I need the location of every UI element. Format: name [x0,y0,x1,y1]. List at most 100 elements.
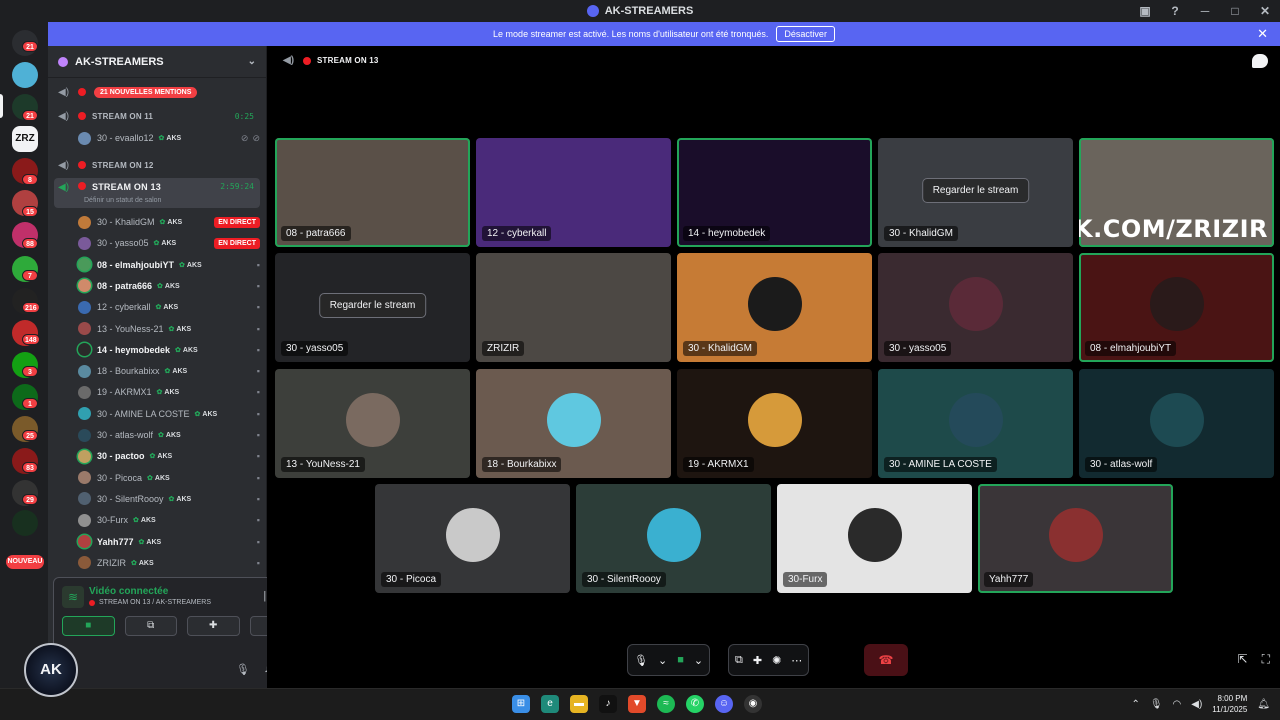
video-tile[interactable]: 18 - Bourkabixx [476,369,671,478]
voice-user[interactable]: 30 - Picoca AKS ▪ [78,468,260,488]
mic-options-chevron-icon[interactable]: ⌄ [658,654,667,667]
tile-username: 12 - cyberkall [482,226,552,241]
live-icon [78,88,86,96]
new-unreads-pill[interactable]: NOUVEAU [6,555,44,569]
chat-icon[interactable] [1252,54,1268,68]
close-icon[interactable]: ✕ [1250,4,1280,18]
camera-button[interactable]: ■ [62,616,115,636]
voice-user[interactable]: 30 - AMINE LA COSTE AKS ▪ [78,404,260,424]
windows-taskbar: ⊞ e ▬ ♪ ▼ ≈ ✆ ☺ ◉ ⌃ 🎙︎ ◠ ◀) 8:00 PM 11/1… [0,688,1280,720]
signal-icon[interactable]: ≋ [62,586,84,608]
more-options-icon[interactable]: ⋯ [791,654,802,667]
voice-user[interactable]: ZRIZIR AKS ▪ [78,553,260,572]
discord-icon[interactable]: ☺ [715,695,733,713]
camera-icon[interactable]: ■ [677,654,684,666]
microphone-icon[interactable]: 🎙︎ [236,663,250,676]
windows-start-icon[interactable]: ⊞ [512,695,530,713]
activities-button[interactable]: ✚ [187,616,240,636]
ak-streamers-logo[interactable]: AK [24,643,78,697]
video-tile[interactable]: 08 - elmahjoubiYT [1079,253,1274,362]
leave-call-button[interactable]: ☎ [864,644,908,676]
voice-user[interactable]: 30 - KhalidGM AKS EN DIRECT [78,212,260,232]
voice-user[interactable]: 30 - SilentRoooy AKS ▪ [78,489,260,509]
video-tile[interactable]: 14 - heymobedek [677,138,872,247]
voice-user[interactable]: 19 - AKRMX1 AKS ▪ [78,382,260,402]
server-icon[interactable] [12,62,38,88]
voice-channel-info[interactable]: STREAM ON 13 / AK-STREAMERS [89,599,211,606]
voice-user[interactable]: 30 - pactoo AKS ▪ [78,446,260,466]
voice-channel-stream-13[interactable]: ◀) STREAM ON 13 2:59:24 Définir un statu… [54,178,260,208]
video-tile[interactable]: 30 - yasso05 [878,253,1073,362]
tiktok-icon[interactable]: ♪ [599,695,617,713]
voice-user[interactable]: 30-Furx AKS ▪ [78,510,260,530]
server-icon[interactable] [12,510,38,536]
user-status-icons: ▪ [257,387,260,397]
volume-icon[interactable]: ◀) [1191,699,1202,710]
maximize-icon[interactable]: □ [1220,4,1250,18]
soundboard-icon[interactable]: ✺ [772,654,781,667]
video-tile[interactable]: ZRIZIR [476,253,671,362]
avatar [78,215,91,229]
voice-channel-mentions[interactable]: ◀) 21 NOUVELLES MENTIONS [54,82,260,102]
screen-share-icon[interactable]: ⧉ [735,654,743,667]
voice-user[interactable]: 18 - Bourkabixx AKS ▪ [78,361,260,381]
voice-user[interactable]: 30 - atlas-wolf AKS ▪ [78,425,260,445]
screen-share-icon[interactable]: ▣ [1130,4,1160,18]
voice-user[interactable]: 12 - cyberkall AKS ▪ [78,297,260,317]
spotify-icon[interactable]: ≈ [657,695,675,713]
video-tile[interactable]: 08 - patra666 [275,138,470,247]
channel-status-input[interactable]: Définir un statut de salon [84,197,161,204]
video-tile[interactable]: Yahh777 [978,484,1173,593]
mentions-badge[interactable]: 21 NOUVELLES MENTIONS [94,86,198,98]
server-header[interactable]: AK-STREAMERS ⌄ [48,46,266,78]
disable-streamer-mode-button[interactable]: Désactiver [776,26,835,42]
voice-user[interactable]: 14 - heymobedek AKS ▪ [78,340,260,360]
edge-icon[interactable]: e [541,695,559,713]
obs-icon[interactable]: ◉ [744,695,762,713]
screen-share-button[interactable]: ⧉ [124,616,177,636]
username: Yahh777 [97,536,134,547]
video-tile[interactable]: 30 - atlas-wolf [1079,369,1274,478]
tray-chevron-icon[interactable]: ⌃ [1131,699,1139,710]
video-tile[interactable]: 30 - KhalidGM [677,253,872,362]
whatsapp-icon[interactable]: ✆ [686,695,704,713]
video-tile[interactable]: KICK.COM/ZRIZIR [1079,138,1274,247]
fullscreen-icon[interactable]: ⛶ [1262,652,1270,667]
tile-username: 18 - Bourkabixx [482,457,562,472]
file-explorer-icon[interactable]: ▬ [570,695,588,713]
video-tile[interactable]: 12 - cyberkall [476,138,671,247]
brave-icon[interactable]: ▼ [628,695,646,713]
zrz-server-icon[interactable]: ZRZ [12,126,38,152]
wifi-icon[interactable]: ◠ [1173,699,1182,710]
close-banner-icon[interactable]: ✕ [1257,26,1268,42]
microphone-icon[interactable]: 🎙︎ [634,654,648,667]
voice-channel-stream-11[interactable]: ◀) STREAM ON 11 0:25 [54,106,260,126]
notifications-icon[interactable]: 🔔︎ [1257,699,1270,710]
video-tile[interactable]: Regarder le stream 30 - yasso05 [275,253,470,362]
voice-user[interactable]: 08 - patra666 AKS ▪ [78,276,260,296]
activities-icon[interactable]: ✚ [753,654,762,667]
video-tile[interactable]: 19 - AKRMX1 [677,369,872,478]
voice-channel-stream-12[interactable]: ◀) STREAM ON 12 [54,155,260,175]
video-tile[interactable]: 30 - SilentRoooy [576,484,771,593]
video-tile[interactable]: 13 - YouNess-21 [275,369,470,478]
server-tag: AKS [175,346,198,354]
minimize-icon[interactable]: ─ [1190,4,1220,18]
video-tile[interactable]: 30 - AMINE LA COSTE [878,369,1073,478]
video-tile[interactable]: 30-Furx [777,484,972,593]
camera-options-chevron-icon[interactable]: ⌄ [694,654,703,667]
clock[interactable]: 8:00 PM 11/1/2025 [1212,693,1247,715]
voice-user[interactable]: 08 - elmahjoubiYT AKS ▪ [78,255,260,275]
voice-user[interactable]: 13 - YouNess-21 AKS ▪ [78,319,260,339]
microphone-icon[interactable]: 🎙︎ [1150,699,1163,710]
watch-stream-button[interactable]: Regarder le stream [318,292,427,318]
tile-username: 30 - atlas-wolf [1085,457,1158,472]
watch-stream-button[interactable]: Regarder le stream [921,177,1030,203]
video-tile[interactable]: 30 - Picoca [375,484,570,593]
voice-user[interactable]: 30 - yasso05 AKS EN DIRECT [78,233,260,253]
help-icon[interactable]: ? [1160,4,1190,18]
voice-user[interactable]: 30 - evaallo12 AKS ⊘⊘ [78,128,260,148]
pop-out-icon[interactable]: ⇱ [1238,652,1248,667]
video-tile[interactable]: Regarder le stream 30 - KhalidGM [878,138,1073,247]
voice-user[interactable]: Yahh777 AKS ▪ [78,532,260,552]
